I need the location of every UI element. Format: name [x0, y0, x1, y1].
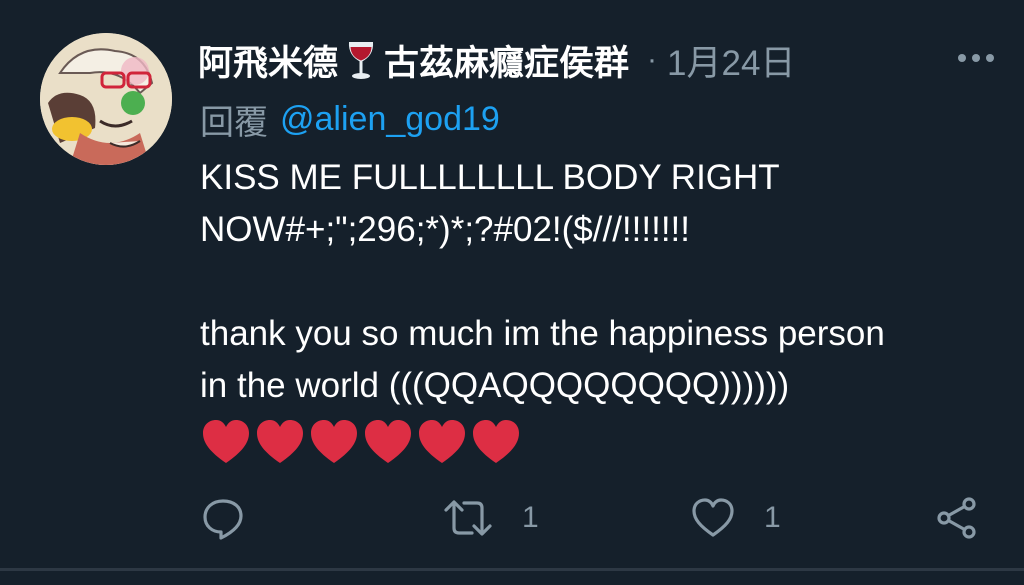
retweet-icon: [444, 500, 492, 536]
red-heart-emoji-icon: [257, 420, 303, 463]
tweet-text-line: NOW#+;";296;*)*;?#02!($///!!!!!!!: [200, 210, 690, 249]
display-name[interactable]: 阿飛米德 古茲麻癮症侯群: [198, 35, 629, 86]
share-icon: [937, 497, 976, 539]
tweet-date[interactable]: 1月24日: [667, 35, 795, 86]
red-heart-emoji-icon: [365, 420, 411, 463]
tweet-card[interactable]: 阿飛米德 古茲麻癮症侯群 · 1月24日 回覆 @alien_god19 KIS…: [0, 0, 1024, 585]
reply-prefix: 回覆: [200, 103, 268, 142]
divider: [0, 568, 1024, 571]
tweet-header: 阿飛米德 古茲麻癮症侯群 · 1月24日: [198, 35, 1004, 85]
avatar[interactable]: [40, 33, 172, 165]
tweet-text-line: [200, 256, 1000, 308]
avatar-image: [40, 33, 172, 165]
reply-icon: [203, 499, 243, 540]
display-name-part2: 古茲麻癮症侯群: [384, 43, 630, 83]
red-heart-emoji-icon: [311, 420, 357, 463]
red-heart-emoji-icon: [473, 420, 519, 463]
display-name-part1: 阿飛米德: [198, 43, 339, 83]
red-heart-emoji-icon: [419, 420, 465, 463]
tweet-text: KISS ME FULLLLLLLL BODY RIGHT NOW#+;";29…: [200, 152, 1000, 468]
more-options-icon[interactable]: [958, 38, 994, 78]
share-button[interactable]: [934, 490, 980, 546]
tweet-text-line: in the world (((QQAQQQQQQQQ)))))): [200, 366, 790, 405]
reply-context: 回覆 @alien_god19: [200, 95, 500, 143]
action-bar: 1 1: [200, 490, 990, 546]
like-icon: [692, 498, 734, 537]
reply-button[interactable]: [200, 490, 274, 546]
retweet-count: 1: [522, 501, 539, 534]
wine-glass-icon: [342, 38, 380, 82]
retweet-button[interactable]: 1: [442, 490, 539, 546]
tweet-text-line: thank you so much im the happiness perso…: [200, 314, 885, 353]
like-button[interactable]: 1: [690, 490, 781, 546]
like-count: 1: [764, 501, 781, 534]
reply-mention-link[interactable]: @alien_god19: [280, 100, 500, 139]
hearts-emoji-row: [200, 416, 1000, 468]
tweet-text-line: KISS ME FULLLLLLLL BODY RIGHT: [200, 158, 780, 197]
separator-dot: ·: [647, 43, 658, 76]
red-heart-emoji-icon: [203, 420, 249, 463]
